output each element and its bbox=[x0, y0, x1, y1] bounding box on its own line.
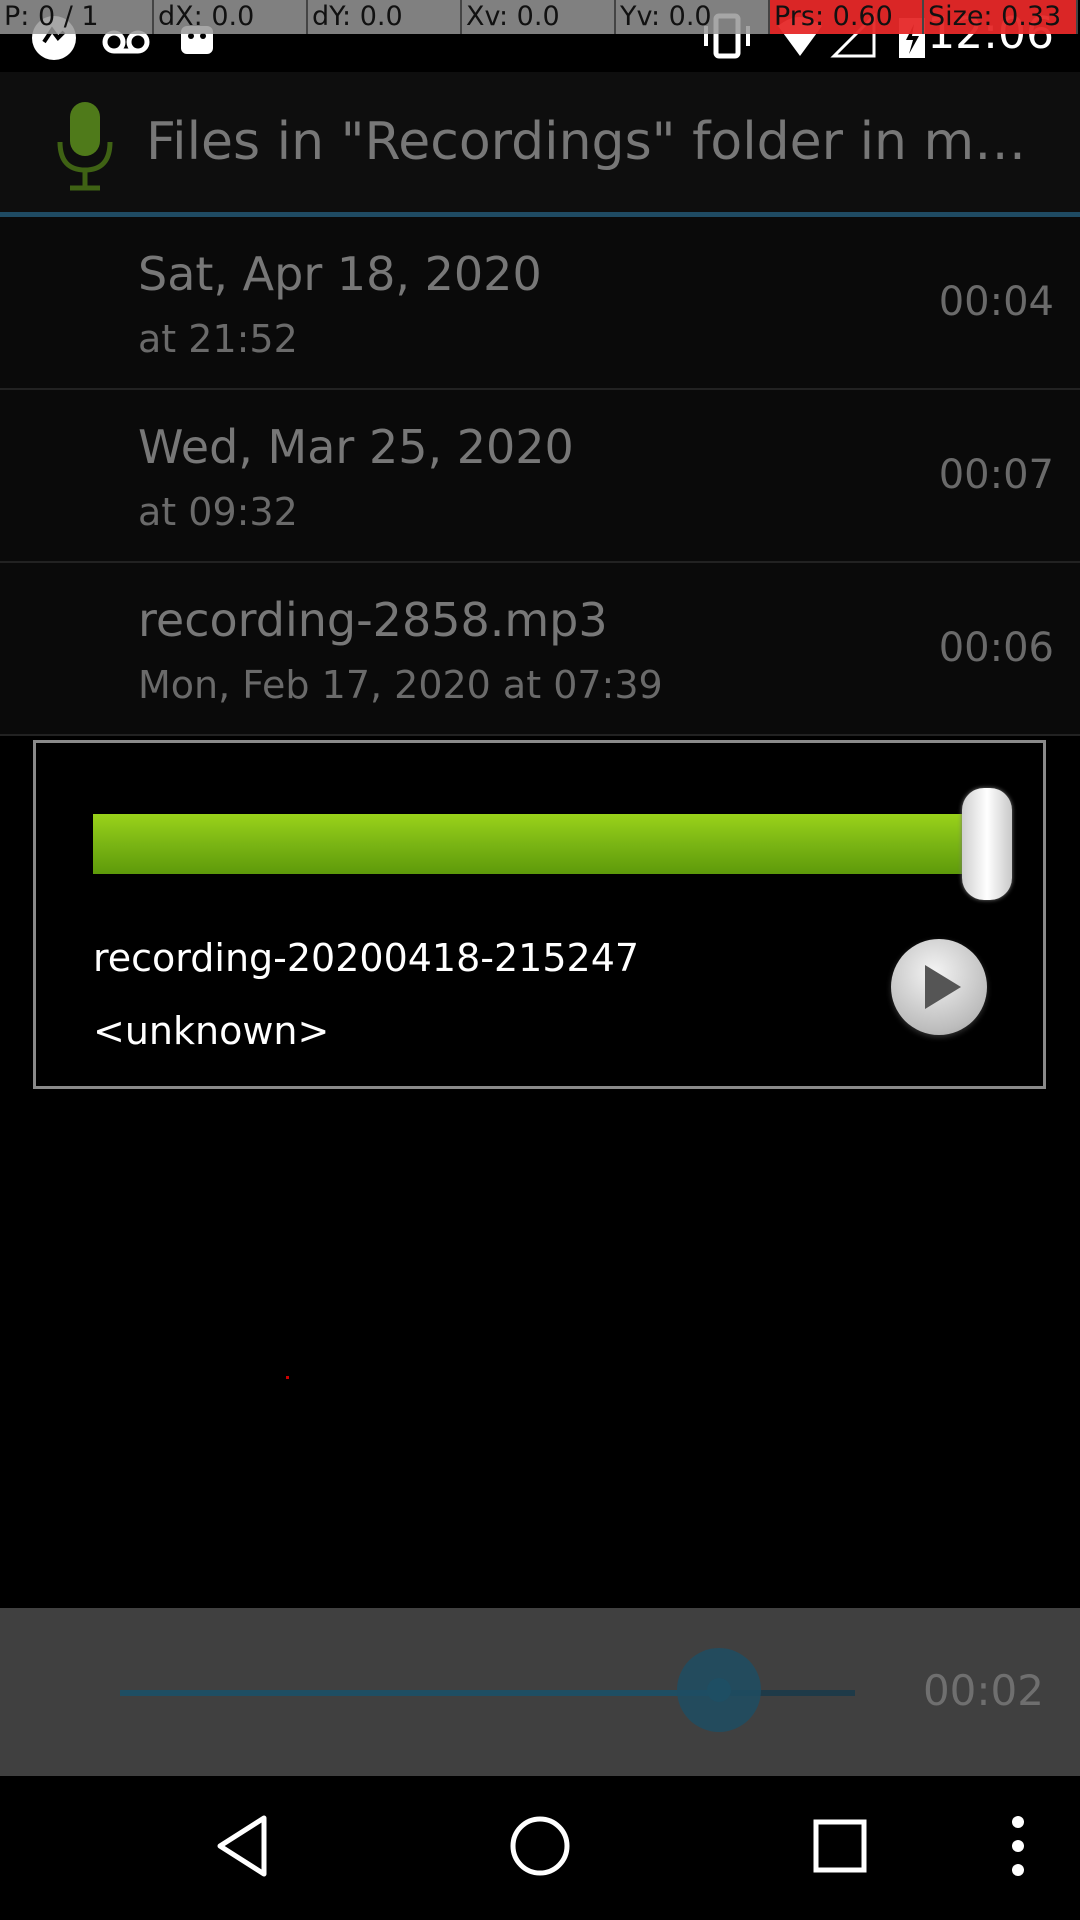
player-seek-progress bbox=[120, 1690, 720, 1696]
pointer-dy: dY: 0.0 bbox=[308, 0, 462, 34]
pointer-pressure: Prs: 0.60 bbox=[770, 0, 924, 34]
dialog-artist: <unknown> bbox=[93, 1009, 330, 1053]
navigation-bar bbox=[0, 1776, 1080, 1920]
dialog-file-name: recording-20200418-215247 bbox=[93, 936, 640, 980]
play-icon bbox=[925, 965, 961, 1009]
pointer-yv: Yv: 0.0 bbox=[616, 0, 770, 34]
action-bar: Files in "Recordings" folder in memory bbox=[0, 72, 1080, 217]
recording-duration: 00:04 bbox=[938, 279, 1054, 325]
home-icon[interactable] bbox=[506, 1812, 574, 1880]
recording-title: Sat, Apr 18, 2020 bbox=[138, 247, 542, 301]
pointer-location-overlay: P: 0 / 1 dX: 0.0 dY: 0.0 Xv: 0.0 Yv: 0.0… bbox=[0, 0, 1080, 34]
player-bar: 00:02 bbox=[0, 1608, 1080, 1776]
recents-icon[interactable] bbox=[812, 1812, 868, 1880]
pointer-dx: dX: 0.0 bbox=[154, 0, 308, 34]
recording-duration: 00:07 bbox=[938, 452, 1054, 498]
dialog-seek-bar[interactable] bbox=[93, 814, 1001, 874]
back-icon[interactable] bbox=[212, 1812, 272, 1880]
touch-point-marker bbox=[286, 1376, 289, 1379]
player-seek-thumb[interactable] bbox=[677, 1648, 762, 1732]
recording-title: recording-2858.mp3 bbox=[138, 593, 608, 647]
dialog-seek-thumb[interactable] bbox=[962, 788, 1013, 900]
pointer-xv: Xv: 0.0 bbox=[462, 0, 616, 34]
recording-title: Wed, Mar 25, 2020 bbox=[138, 420, 574, 474]
play-button[interactable] bbox=[891, 939, 987, 1035]
page-title: Files in "Recordings" folder in memory bbox=[146, 112, 1046, 172]
microphone-icon bbox=[57, 102, 113, 191]
dialog-seek-progress bbox=[93, 814, 988, 874]
recording-list-item[interactable]: Sat, Apr 18, 2020 at 21:52 00:04 bbox=[0, 217, 1080, 390]
recording-subtitle: at 09:32 bbox=[138, 490, 298, 534]
status-bar: 12:06 P: 0 / 1 dX: 0.0 dY: 0.0 Xv: 0.0 Y… bbox=[0, 0, 1080, 72]
player-elapsed-time: 00:02 bbox=[922, 1666, 1044, 1715]
playback-dialog: recording-20200418-215247 <unknown> bbox=[33, 740, 1046, 1089]
overflow-menu-icon[interactable] bbox=[1006, 1812, 1030, 1880]
pointer-size: Size: 0.33 bbox=[924, 0, 1078, 34]
recording-list-item[interactable]: recording-2858.mp3 Mon, Feb 17, 2020 at … bbox=[0, 563, 1080, 736]
recordings-screen: Files in "Recordings" folder in memory S… bbox=[0, 72, 1080, 736]
recording-list-item[interactable]: Wed, Mar 25, 2020 at 09:32 00:07 bbox=[0, 390, 1080, 563]
recording-duration: 00:06 bbox=[938, 625, 1054, 671]
recording-subtitle: Mon, Feb 17, 2020 at 07:39 bbox=[138, 663, 663, 707]
recording-subtitle: at 21:52 bbox=[138, 317, 298, 361]
pointer-count: P: 0 / 1 bbox=[0, 0, 154, 34]
